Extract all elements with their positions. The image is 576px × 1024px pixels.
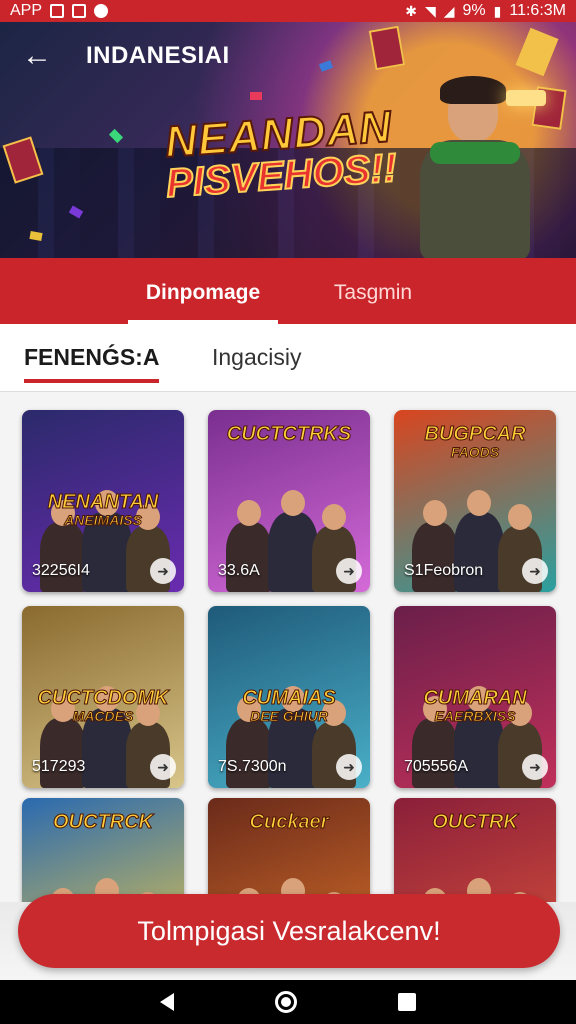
game-tile[interactable]: CUMAIAS DEE GHIUR 7S.7300n ➜ — [208, 606, 370, 788]
bluetooth-icon: ✱ — [405, 3, 417, 19]
game-tile-title: OUCTRCK — [22, 811, 184, 833]
game-tile[interactable]: BUGPCAR FAODS S1Feobron ➜ — [394, 410, 556, 592]
character-head — [322, 504, 346, 530]
main-tabs: Dinpomage Tasgmin — [0, 258, 576, 324]
nav-home-icon[interactable] — [274, 991, 297, 1013]
game-tile-title: CUMARAN EAERBXISS — [394, 687, 556, 724]
game-logo: NEANDAN PISVEHOS!! — [147, 101, 413, 208]
floating-card-decoration — [368, 25, 406, 71]
play-arrow-icon[interactable]: ➜ — [336, 754, 362, 780]
wifi-icon: ◥ — [424, 3, 436, 19]
game-tile-count: S1Feobron — [404, 562, 484, 579]
character-illustration — [40, 718, 86, 788]
game-tile-title: Cuckaer — [208, 811, 370, 833]
battery-text: 9% — [462, 2, 486, 19]
floating-card-decoration — [515, 27, 559, 77]
game-tile-title-text: CUCTCDOMK — [37, 687, 169, 709]
play-arrow-icon[interactable]: ➜ — [150, 558, 176, 584]
system-nav-bar — [0, 980, 576, 1024]
game-tile[interactable]: Cuckaer — [208, 798, 370, 902]
back-button[interactable]: ← — [22, 39, 58, 72]
game-tile-title: CUMAIAS DEE GHIUR — [208, 687, 370, 724]
status-time: 11:6:3M — [509, 2, 566, 19]
nav-recent-icon[interactable] — [397, 993, 416, 1011]
game-tile[interactable]: CUCTCTRKS 33.6A ➜ — [208, 410, 370, 592]
game-tile-subtitle: EAERBXISS — [434, 708, 516, 724]
game-tile-title: OUCTRK — [394, 811, 556, 833]
page-title: INDANESIAI — [86, 42, 230, 69]
game-tile-title-text: CUCTCTRKS — [226, 423, 352, 445]
game-tile-count: 32256I4 — [32, 562, 90, 579]
signal-icon: ◢ — [443, 3, 455, 19]
game-tile-subtitle: MACDES — [72, 708, 134, 724]
character-head — [281, 490, 305, 516]
cta-button[interactable]: Tolmpigasi Vesralakcenv! — [18, 894, 560, 968]
status-bar: APP ✱ ◥ ◢ 9% ▮ 11:6:3M — [0, 0, 576, 22]
game-tile-subtitle: ANEIMAISS — [64, 512, 143, 528]
hero-character-illustration — [410, 76, 560, 258]
subtab-active[interactable]: FENENǴS:A — [24, 344, 160, 383]
character-illustration — [454, 512, 504, 592]
game-tile-title-text: BUGPCAR — [424, 423, 526, 445]
game-tile-title-text: OUCTRK — [432, 811, 519, 833]
battery-icon: ▮ — [493, 3, 502, 19]
character-illustration — [412, 718, 458, 788]
game-tile-title: NENANTAN ANEIMAISS — [22, 491, 184, 528]
character-head — [237, 500, 261, 526]
game-tile-count: 705556A — [404, 758, 469, 775]
notification-mail-icon — [72, 4, 87, 18]
subtab-inactive[interactable]: Ingacisiy — [212, 344, 301, 371]
game-tile-count: 517293 — [32, 758, 86, 775]
character-head — [467, 490, 491, 516]
game-tile-count: 33.6A — [218, 562, 260, 579]
app-label: APP — [10, 2, 43, 19]
hero-banner: ← INDANESIAI NEANDAN PISVEHOS!! — [0, 22, 576, 258]
notification-square-icon — [50, 4, 65, 18]
confetti-decoration — [108, 128, 124, 144]
cta-container: Tolmpigasi Vesralakcenv! — [0, 894, 576, 980]
character-illustration — [268, 512, 318, 592]
arrow-left-icon: ← — [22, 39, 52, 72]
game-tile[interactable]: OUCTRK — [394, 798, 556, 902]
game-tile[interactable]: NENANTAN ANEIMAISS 32256I4 ➜ — [22, 410, 184, 592]
character-illustration — [40, 522, 86, 592]
game-tile-count: 7S.7300n — [218, 758, 287, 775]
play-arrow-icon[interactable]: ➜ — [522, 754, 548, 780]
game-tile-subtitle: FAODS — [450, 444, 500, 460]
game-tile-title-text: Cuckaer — [249, 811, 329, 833]
game-tile[interactable]: CUMARAN EAERBXISS 705556A ➜ — [394, 606, 556, 788]
game-tile-title-text: NENANTAN — [47, 491, 159, 513]
game-tile-title: BUGPCAR FAODS — [394, 423, 556, 460]
character-illustration — [226, 522, 272, 592]
game-tile-title: CUCTCTRKS — [208, 423, 370, 445]
game-tile[interactable]: CUCTCDOMK MACDES 517293 ➜ — [22, 606, 184, 788]
play-arrow-icon[interactable]: ➜ — [522, 558, 548, 584]
game-tile-title: CUCTCDOMK MACDES — [22, 687, 184, 724]
character-illustration — [226, 718, 272, 788]
play-arrow-icon[interactable]: ➜ — [336, 558, 362, 584]
tab-secondary[interactable]: Tasgmin — [288, 258, 458, 324]
confetti-decoration — [318, 60, 334, 72]
notification-circle-icon — [94, 4, 109, 18]
game-tile-title-text: CUMAIAS — [242, 687, 336, 709]
nav-back-icon[interactable] — [160, 993, 175, 1011]
confetti-decoration — [250, 92, 262, 100]
tab-primary[interactable]: Dinpomage — [118, 258, 288, 324]
character-head — [508, 504, 532, 530]
game-tile-title-text: CUMARAN — [423, 687, 527, 709]
character-head — [423, 500, 447, 526]
character-illustration — [412, 522, 458, 592]
sub-tabs: FENENǴS:A Ingacisiy — [0, 324, 576, 392]
game-tile-title-text: OUCTRCK — [53, 811, 154, 833]
game-grid: NENANTAN ANEIMAISS 32256I4 ➜ CUCTCTRKS 33.6A ➜… — [0, 392, 576, 902]
play-arrow-icon[interactable]: ➜ — [150, 754, 176, 780]
game-tile[interactable]: OUCTRCK — [22, 798, 184, 902]
game-tile-subtitle: DEE GHIUR — [250, 708, 329, 724]
